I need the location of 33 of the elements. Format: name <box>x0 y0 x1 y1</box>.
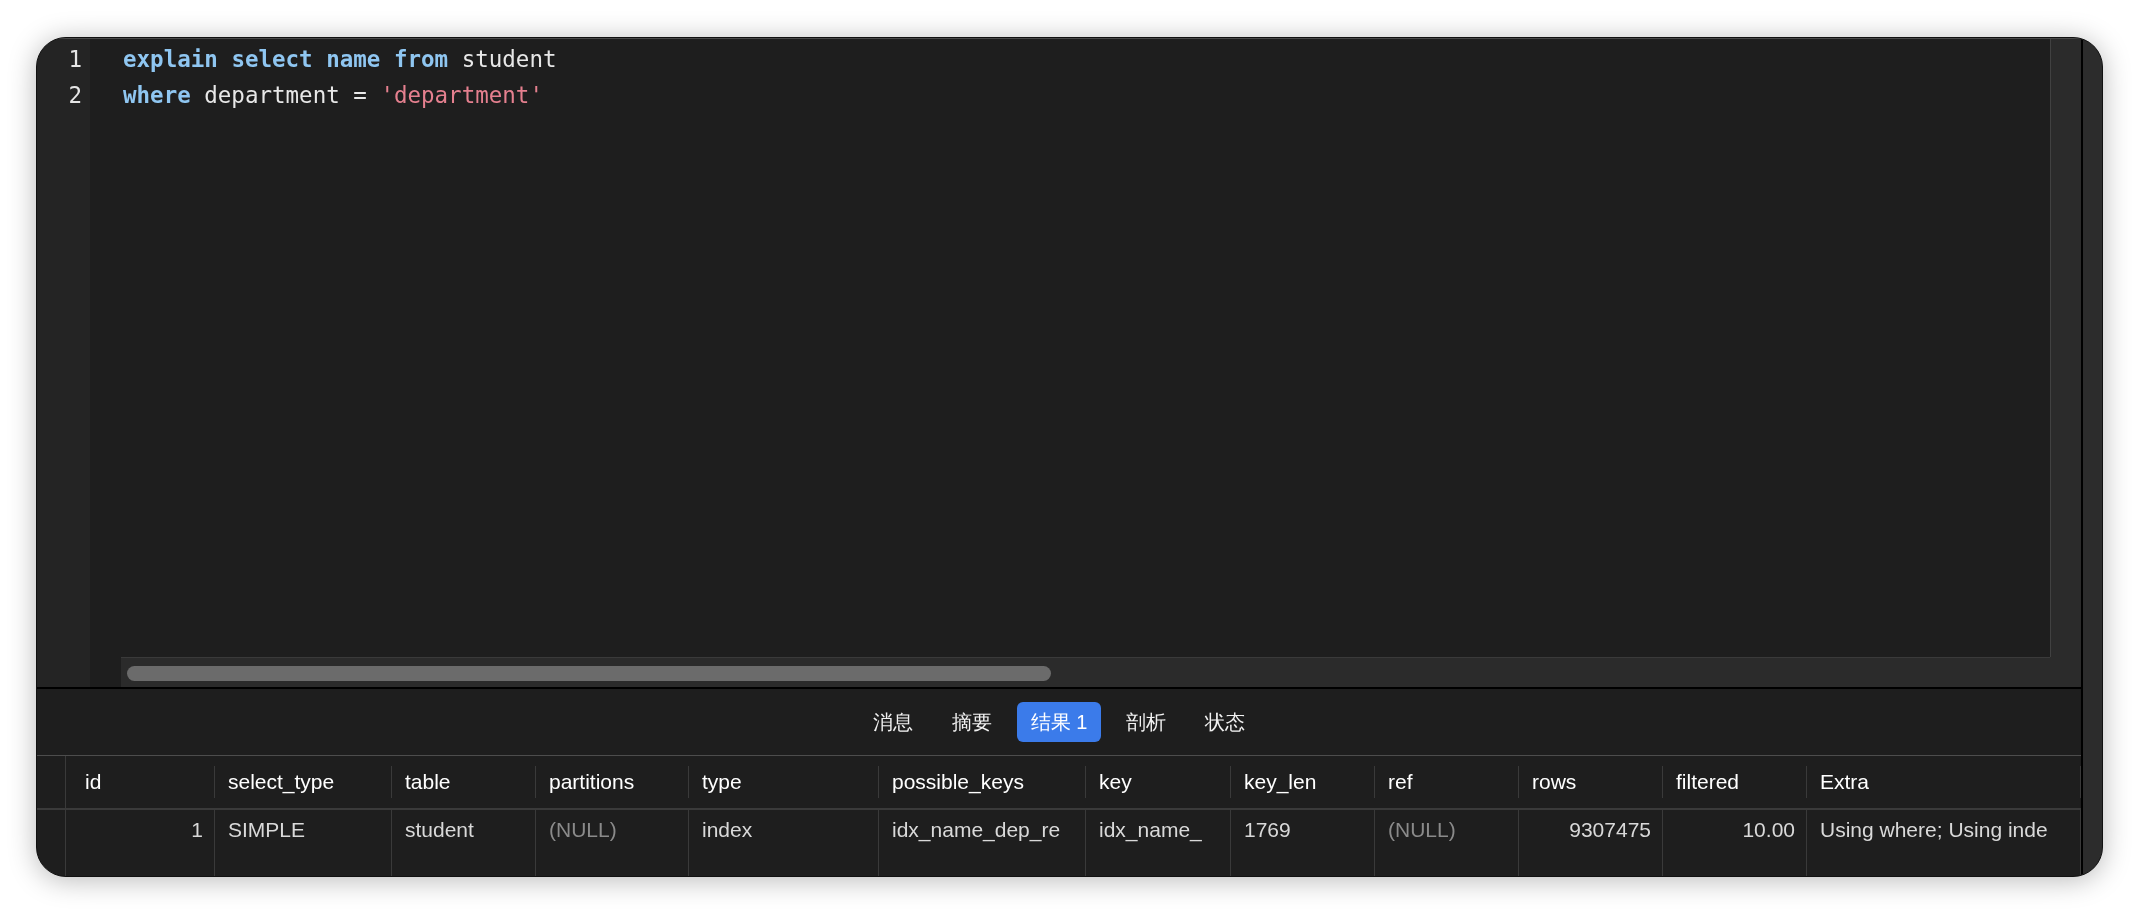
table-cell-text: 9307475 <box>1568 817 1652 843</box>
scrollbar-thumb[interactable] <box>127 666 1051 681</box>
column-header[interactable]: filtered <box>1662 766 1806 798</box>
column-header[interactable]: ref <box>1374 766 1518 798</box>
column-header[interactable]: select_type <box>214 766 391 798</box>
table-cell-text: index <box>701 817 754 843</box>
column-header[interactable]: partitions <box>535 766 688 798</box>
table-cell-text: 1 <box>190 817 204 843</box>
column-header[interactable]: key <box>1085 766 1230 798</box>
table-cell-text: 1769 <box>1243 817 1292 843</box>
code-line: where department = 'department' <box>123 81 543 110</box>
column-header[interactable]: type <box>688 766 878 798</box>
column-header[interactable]: id <box>66 766 214 798</box>
table-cell-text: 10.00 <box>1741 817 1796 843</box>
table-cell-text: SIMPLE <box>227 817 307 843</box>
column-header[interactable]: possible_keys <box>878 766 1085 798</box>
result-tab[interactable]: 结果 1 <box>1016 702 1102 742</box>
code-line: explain select name from student <box>123 45 557 74</box>
line-number: 2 <box>68 81 82 110</box>
column-header[interactable]: rows <box>1518 766 1662 798</box>
table-cell-text: student <box>404 817 475 843</box>
column-header[interactable]: key_len <box>1230 766 1374 798</box>
result-tab[interactable]: 摘要 <box>937 702 1006 742</box>
table-cell-text: (NULL) <box>548 817 618 843</box>
result-tab[interactable]: 剖析 <box>1112 702 1181 742</box>
result-tab[interactable]: 消息 <box>858 702 927 742</box>
line-number: 1 <box>68 45 82 74</box>
table-cell-text: (NULL) <box>1387 817 1457 843</box>
column-header[interactable]: table <box>391 766 535 798</box>
table-cell-text: idx_name_ <box>1098 817 1203 844</box>
table-cell-text: idx_name_dep_re <box>891 817 1062 844</box>
result-tab[interactable]: 状态 <box>1191 702 1260 742</box>
table-cell-text: Using where; Using inde <box>1819 817 2049 843</box>
